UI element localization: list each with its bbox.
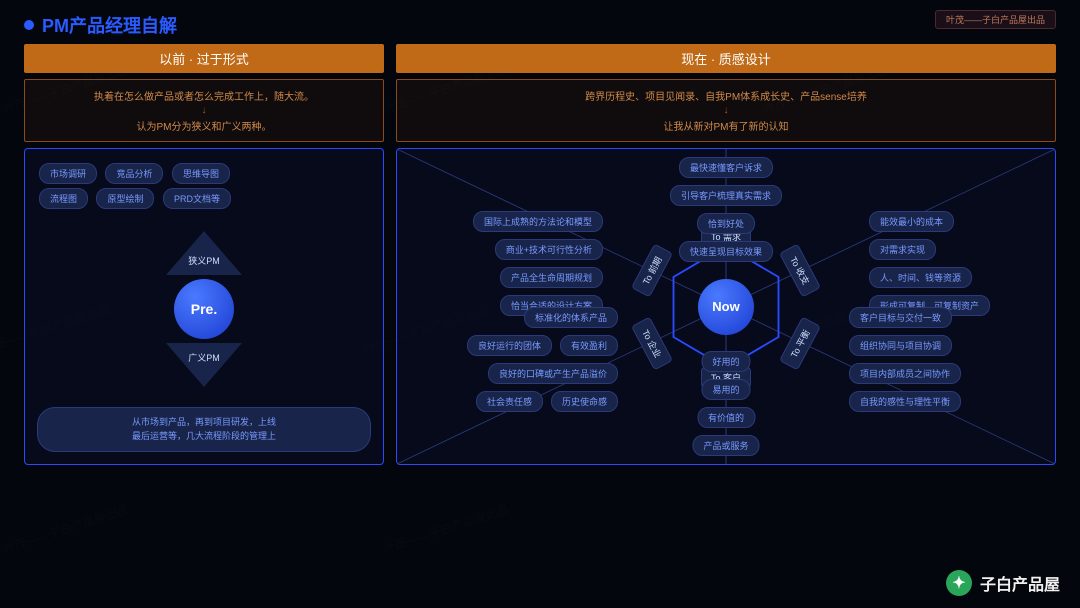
tag-pill: 竞品分析 [105,163,163,184]
tag-pill: 良好的口碑或产生产品溢价 [488,363,618,384]
left-summary-pill: 从市场到产品，再到项目研发，上线 最后运营等，几大流程阶段的管理上 [37,407,371,452]
tag-pill: 国际上成熟的方法论和模型 [473,211,603,232]
tag-pill: PRD文档等 [163,188,231,209]
tag-pill: 好用的 [701,351,750,372]
tag-pill: 人、时间、钱等资源 [869,267,972,288]
pre-circle: Pre. [174,279,234,339]
tag-pill: 市场调研 [39,163,97,184]
tag-pill: 快速呈现目标效果 [679,241,773,262]
left-intro-line1: 执着在怎么做产品或者怎么完成工作上，随大流。 [94,88,314,103]
group-kehu: 好用的 易用的 有价值的 产品或服务 [690,349,761,458]
now-circle: Now [698,279,754,335]
group-shouzhi: 能效最小的成本 对需求实现 人、时间、钱等资源 形成可复制、可复制资产 [867,209,1047,318]
right-intro-line2: 让我从新对PM有了新的认知 [664,118,789,133]
tag-pill: 历史使命感 [551,391,618,412]
tag-pill: 社会责任感 [476,391,543,412]
group-qiye: 标准化的体系产品 良好运行的团体 有效盈利 良好的口碑或产生产品溢价 社会责任感… [405,305,620,414]
signature: ✦ 子白产品屋 [946,570,1060,596]
tag-pill: 易用的 [701,379,750,400]
tag-pill: 对需求实现 [869,239,936,260]
right-panel: Now To 需求 To 收支 To 平衡 To 客户 To 企业 To 前期 … [396,148,1056,465]
funnel-top-icon: 狭义PM [166,231,242,275]
left-intro-line2: 认为PM分为狭义和广义两种。 [137,118,272,133]
arrow-down-icon: ↓ [724,105,729,116]
tag-pill: 自我的感性与理性平衡 [849,391,961,412]
tag-pill: 最快速懂客户诉求 [679,157,773,178]
left-tag-group: 市场调研 竞品分析 思维导图 流程图 原型绘制 PRD文档等 [37,161,371,211]
tag-pill: 产品或服务 [692,435,759,456]
funnel-bottom-label: 广义PM [180,351,228,364]
page-title: PM产品经理自解 [42,12,177,38]
author-badge: 叶茂——子白产品屋出品 [935,10,1056,29]
tag-pill: 商业+技术可行性分析 [495,239,603,260]
tag-pill: 组织协同与项目协调 [849,335,952,356]
tag-pill: 有效盈利 [560,335,618,356]
right-intro-line1: 跨界历程史、项目见闻录、自我PM体系成长史、产品sense培养 [585,88,867,103]
funnel-bottom-icon: 广义PM [166,343,242,387]
tag-pill: 流程图 [39,188,88,209]
title-bullet-icon [24,20,34,30]
tag-pill: 客户目标与交付一致 [849,307,952,328]
group-qianqi: 国际上成熟的方法论和模型 商业+技术可行性分析 产品全生命周期规划 恰当合适的设… [405,209,605,318]
right-header: 现在 · 质感设计 [396,44,1056,73]
tag-pill: 恰到好处 [697,213,755,234]
right-intro-box: 跨界历程史、项目见闻录、自我PM体系成长史、产品sense培养 ↓ 让我从新对P… [396,79,1056,142]
left-header: 以前 · 过于形式 [24,44,384,73]
tag-pill: 原型绘制 [96,188,154,209]
group-xuqiu: 最快速懂客户诉求 引导客户梳理真实需求 恰到好处 快速呈现目标效果 [668,155,784,264]
group-pingheng: 客户目标与交付一致 组织协同与项目协调 项目内部成员之间协作 自我的感性与理性平… [847,305,1047,414]
tag-pill: 思维导图 [172,163,230,184]
tag-pill: 产品全生命周期规划 [500,267,603,288]
wechat-icon: ✦ [946,570,972,596]
tag-pill: 良好运行的团体 [467,335,552,356]
tag-pill: 引导客户梳理真实需求 [670,185,782,206]
tag-pill: 能效最小的成本 [869,211,954,232]
signature-text: 子白产品屋 [980,571,1060,595]
tag-pill: 项目内部成员之间协作 [849,363,961,384]
tag-pill: 有价值的 [697,407,755,428]
left-panel: 市场调研 竞品分析 思维导图 流程图 原型绘制 PRD文档等 狭义PM Pre.… [24,148,384,465]
left-intro-box: 执着在怎么做产品或者怎么完成工作上，随大流。 ↓ 认为PM分为狭义和广义两种。 [24,79,384,142]
funnel-top-label: 狭义PM [180,254,228,267]
arrow-down-icon: ↓ [202,105,207,116]
tag-pill: 标准化的体系产品 [524,307,618,328]
